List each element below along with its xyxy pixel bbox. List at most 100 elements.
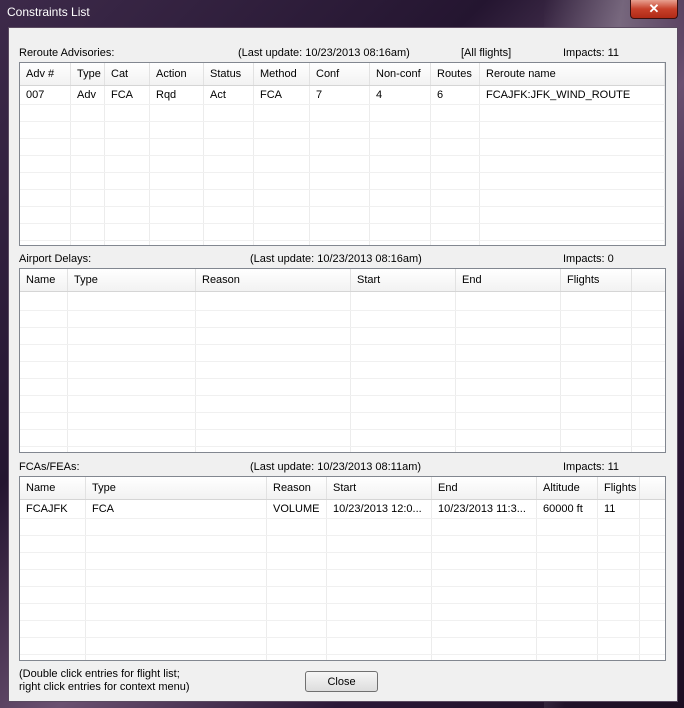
- row-divider: [20, 637, 665, 638]
- row-divider: [20, 310, 665, 311]
- fca-fea-table[interactable]: Name Type Reason Start End Altitude Flights FCA…: [19, 476, 666, 661]
- airport-column-header[interactable]: End: [456, 269, 561, 291]
- window-title: Constraints List: [7, 5, 90, 19]
- column-divider: [479, 86, 480, 245]
- reroute-table-cell[interactable]: 6: [431, 86, 480, 104]
- reroute-column-header[interactable]: Conf: [310, 63, 370, 85]
- column-divider: [104, 86, 105, 245]
- fca-impacts: Impacts: 11: [563, 461, 620, 473]
- reroute-table-cell[interactable]: 007: [20, 86, 71, 104]
- reroute-column-header[interactable]: Status: [204, 63, 254, 85]
- airport-column-header[interactable]: Reason: [196, 269, 351, 291]
- fca-column-header[interactable]: Name: [20, 477, 86, 499]
- reroute-column-header[interactable]: Method: [254, 63, 310, 85]
- close-window-button[interactable]: ✕: [630, 0, 678, 19]
- reroute-column-header[interactable]: Routes: [431, 63, 480, 85]
- column-divider: [631, 292, 632, 452]
- usage-hint-line-1: (Double click entries for flight list;: [19, 668, 180, 680]
- reroute-table-cell[interactable]: Adv: [71, 86, 105, 104]
- column-divider: [664, 86, 665, 245]
- usage-hint: (Double click entries for flight list; r…: [19, 668, 190, 694]
- row-divider: [20, 446, 665, 447]
- airport-column-header[interactable]: Start: [351, 269, 456, 291]
- column-divider: [597, 500, 598, 660]
- reroute-section-label: Reroute Advisories:: [19, 47, 115, 59]
- row-divider: [20, 172, 665, 173]
- reroute-column-header[interactable]: Adv #: [20, 63, 71, 85]
- airport-column-header[interactable]: Flights: [561, 269, 632, 291]
- reroute-column-header[interactable]: Non-conf: [370, 63, 431, 85]
- reroute-table-cell[interactable]: FCA: [254, 86, 310, 104]
- usage-hint-line-2: right click entries for context menu): [19, 681, 190, 693]
- column-divider: [70, 86, 71, 245]
- reroute-column-header[interactable]: Cat: [105, 63, 150, 85]
- airport-column-header[interactable]: Name: [20, 269, 68, 291]
- airport-header-row: Name Type Reason Start End Flights: [20, 269, 665, 292]
- fca-column-header[interactable]: Type: [86, 477, 267, 499]
- column-divider: [309, 86, 310, 245]
- fca-table-cell[interactable]: 11: [598, 500, 640, 518]
- column-divider: [149, 86, 150, 245]
- row-divider: [20, 344, 665, 345]
- row-divider: [20, 189, 665, 190]
- close-button[interactable]: Close: [305, 671, 378, 692]
- fca-table-cell[interactable]: 60000 ft: [537, 500, 598, 518]
- reroute-table-cell[interactable]: FCAJFK:JFK_WIND_ROUTE: [480, 86, 665, 104]
- fca-table-cell[interactable]: FCA: [86, 500, 267, 518]
- row-divider: [20, 155, 665, 156]
- fca-table-cell[interactable]: VOLUME: [267, 500, 327, 518]
- fca-section-label: FCAs/FEAs:: [19, 461, 80, 473]
- fca-table-cell[interactable]: 10/23/2013 12:0...: [327, 500, 432, 518]
- reroute-last-update: (Last update: 10/23/2013 08:16am): [238, 47, 410, 59]
- airport-delays-table[interactable]: Name Type Reason Start End Flights: [19, 268, 666, 453]
- dialog-client-area: Reroute Advisories: (Last update: 10/23/…: [8, 27, 678, 702]
- row-divider: [20, 206, 665, 207]
- fca-column-header[interactable]: End: [432, 477, 537, 499]
- row-divider: [20, 552, 665, 553]
- reroute-table-cell[interactable]: Rqd: [150, 86, 204, 104]
- fca-table-cell[interactable]: 10/23/2013 11:3...: [432, 500, 537, 518]
- column-divider: [203, 86, 204, 245]
- reroute-advisories-table[interactable]: Adv # Type Cat Action Status Method Conf Non-co…: [19, 62, 666, 246]
- row-divider: [20, 121, 665, 122]
- reroute-scope: [All flights]: [461, 47, 512, 59]
- fca-column-header[interactable]: Altitude: [537, 477, 598, 499]
- row-divider: [20, 138, 665, 139]
- column-divider: [266, 500, 267, 660]
- fca-last-update: (Last update: 10/23/2013 08:11am): [250, 461, 422, 473]
- row-divider: [20, 620, 665, 621]
- row-divider: [20, 586, 665, 587]
- reroute-table-cell[interactable]: 4: [370, 86, 431, 104]
- row-divider: [20, 223, 665, 224]
- column-divider: [326, 500, 327, 660]
- fca-column-header[interactable]: Start: [327, 477, 432, 499]
- reroute-table-cell[interactable]: Act: [204, 86, 254, 104]
- fca-column-header[interactable]: Flights: [598, 477, 640, 499]
- column-divider: [430, 86, 431, 245]
- reroute-table-cell[interactable]: FCA: [105, 86, 150, 104]
- column-divider: [431, 500, 432, 660]
- airport-column-header[interactable]: Type: [68, 269, 196, 291]
- column-divider: [350, 292, 351, 452]
- fca-table-cell[interactable]: FCAJFK: [20, 500, 86, 518]
- row-divider: [20, 429, 665, 430]
- fca-column-header[interactable]: Reason: [267, 477, 327, 499]
- reroute-column-header[interactable]: Type: [71, 63, 105, 85]
- reroute-table-cell[interactable]: 7: [310, 86, 370, 104]
- airport-section-label: Airport Delays:: [19, 253, 92, 265]
- column-divider: [560, 292, 561, 452]
- row-divider: [20, 412, 665, 413]
- row-divider: [20, 240, 665, 241]
- row-divider: [20, 327, 665, 328]
- row-divider: [20, 654, 665, 655]
- row-divider: [20, 104, 665, 105]
- reroute-column-header[interactable]: Action: [150, 63, 204, 85]
- row-divider: [20, 569, 665, 570]
- title-bar[interactable]: Constraints List ✕: [0, 0, 684, 26]
- column-divider: [253, 86, 254, 245]
- reroute-column-header[interactable]: Reroute name: [480, 63, 665, 85]
- column-divider: [195, 292, 196, 452]
- reroute-header-row: Adv # Type Cat Action Status Method Conf Non-co…: [20, 63, 665, 86]
- row-divider: [20, 361, 665, 362]
- row-divider: [20, 378, 665, 379]
